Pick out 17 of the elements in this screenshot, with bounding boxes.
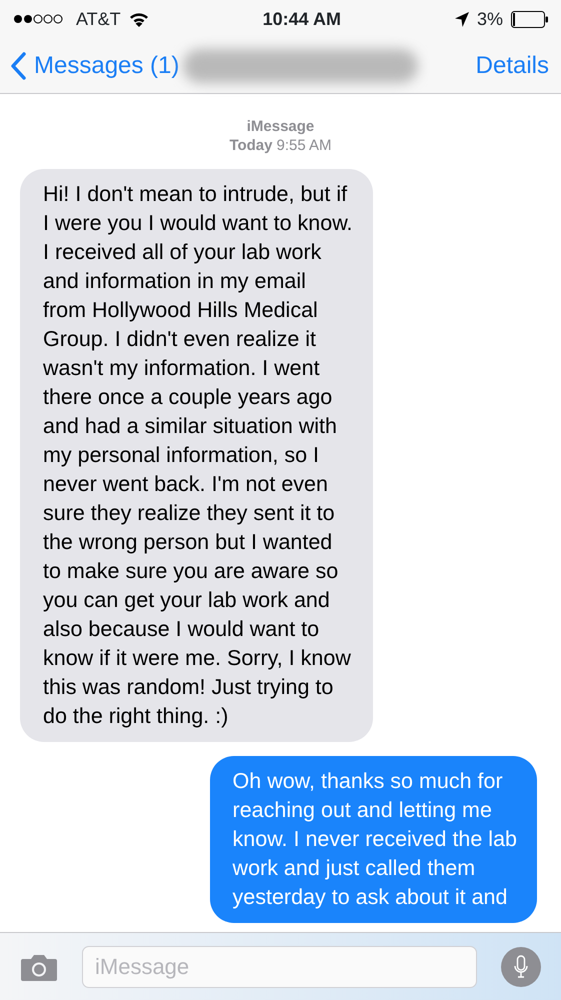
chevron-left-icon (10, 52, 26, 80)
wifi-icon (128, 12, 149, 26)
received-message: Hi! I don't mean to intrude, but if I were you I would want to know. I received all of your lab work and information in my email from Hollywood Hills Medical Group. I didn't even realize it wasn't my information. I went there once a couple years ago and had a similar situation with my personal information, so I never went back. I'm not even sure they realize they sent it to the wrong person but I wanted to make sure you are aware so you can get your lab work and also because I would want to know if it were me. Sorry, I know this was random! Just trying to do the right thing. :) (20, 169, 373, 742)
location-icon (454, 12, 469, 26)
message-input[interactable]: iMessage (82, 946, 477, 988)
microphone-icon (514, 954, 528, 978)
microphone-button[interactable] (501, 946, 541, 986)
time-label: 9:55 AM (276, 137, 332, 154)
carrier-name: AT&T (76, 8, 121, 30)
battery-percent: 3% (476, 8, 503, 30)
service-label: iMessage (246, 118, 314, 135)
back-button[interactable]: Messages (1) (10, 48, 180, 84)
sent-message: Oh wow, thanks so much for reaching out and letting me know. I never received the lab work and just called them yesterday to ask about it and (210, 756, 537, 923)
clock: 10:44 AM (262, 8, 342, 28)
battery-icon (511, 10, 549, 28)
details-link[interactable]: Details (476, 48, 549, 84)
day-label: Today (229, 137, 272, 154)
